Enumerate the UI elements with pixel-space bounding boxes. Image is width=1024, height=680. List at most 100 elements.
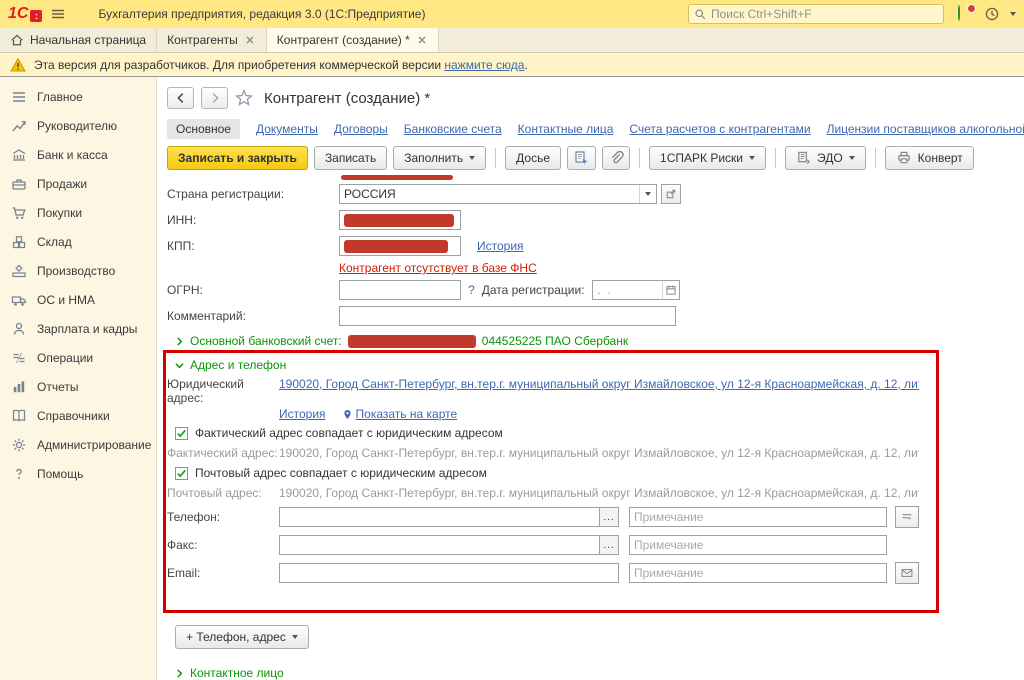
fill-button[interactable]: Заполнить [393,146,486,170]
tab-close-icon[interactable] [244,34,256,46]
app-title: Бухгалтерия предприятия, редакция 3.0 (1… [98,7,680,21]
nav-link-bank-accounts[interactable]: Банковские счета [404,122,502,136]
dossier-button[interactable]: Досье [505,146,561,170]
sidebar-item-label: Банк и касса [37,148,108,162]
check-icon [176,468,187,479]
ogrn-help-link[interactable]: ? [468,283,475,297]
phone-note-field[interactable] [629,507,887,527]
window-tabbar: Начальная страница Контрагенты Контраген… [0,28,1024,53]
edo-button[interactable]: ЭДО [785,146,866,170]
nav-link-dokumenty[interactable]: Документы [256,122,318,136]
address-section-header[interactable]: Адрес и телефон [167,353,1024,377]
postal-address-checkbox-label[interactable]: Почтовый адрес совпадает с юридическим а… [195,466,487,480]
nav-link-licenses[interactable]: Лицензии поставщиков алкогольной продукц… [827,122,1024,136]
main-area: Контрагент (создание) * Основное Докумен… [157,77,1024,680]
contact-section-header[interactable]: Контактное лицо [167,661,1024,680]
sidebar-item-label: Зарплата и кадры [37,322,137,336]
show-on-map-link[interactable]: Показать на карте [356,407,458,421]
legal-address-history-link[interactable]: История [279,407,326,421]
ogrn-input[interactable] [340,283,460,297]
sidebar-item-rukovoditelyu[interactable]: Руководителю [0,111,156,140]
home-tab[interactable]: Начальная страница [0,28,157,52]
email-note-input[interactable] [630,566,886,580]
tab-close-icon[interactable] [416,34,428,46]
comment-input[interactable] [340,309,675,323]
sidebar-item-pomosch[interactable]: Помощь [0,459,156,488]
spark-button[interactable]: 1СПАРК Риски [649,146,766,170]
notifications-icon[interactable] [958,6,974,22]
sidebar-item-os-nma[interactable]: ОС и НМА [0,285,156,314]
favorite-star-icon[interactable] [235,89,253,107]
fax-note-input[interactable] [630,538,886,552]
sidebar-item-glavnoe[interactable]: Главное [0,82,156,111]
nav-link-contacts[interactable]: Контактные лица [518,122,614,136]
actual-address-checkbox[interactable] [175,427,188,440]
print-form-button[interactable] [567,146,596,170]
sidebar-item-zarplata[interactable]: Зарплата и кадры [0,314,156,343]
nav-link-settlement-accounts[interactable]: Счета расчетов с контрагентами [629,122,810,136]
save-close-button[interactable]: Записать и закрыть [167,146,308,170]
sidebar-item-bank-kassa[interactable]: Банк и касса [0,140,156,169]
sidebar-item-pokupki[interactable]: Покупки [0,198,156,227]
phone-input[interactable] [280,510,599,524]
send-email-button[interactable] [895,562,919,584]
fax-note-field[interactable] [629,535,887,555]
history-icon[interactable] [984,6,1000,22]
phone-extra-button[interactable] [895,506,919,528]
attach-button[interactable] [602,146,630,170]
postal-address-checkbox[interactable] [175,467,188,480]
nav-link-osnovnoe[interactable]: Основное [167,119,240,139]
warning-link[interactable]: нажмите сюда [444,58,524,72]
main-menu-icon[interactable] [50,6,66,22]
legal-address-links-row: История Показать на карте [167,405,1024,423]
add-phone-address-button[interactable]: + Телефон, адрес [175,625,309,649]
fax-label: Факс: [167,538,279,552]
fax-field[interactable]: ... [279,535,619,555]
email-field[interactable] [279,563,619,583]
search-input[interactable] [711,7,938,21]
actual-address-checkbox-label[interactable]: Фактический адрес совпадает с юридически… [195,426,503,440]
sidebar-item-operacii[interactable]: Операции [0,343,156,372]
book-icon [11,408,27,424]
kpp-field[interactable] [339,236,461,256]
tab-kontragenty[interactable]: Контрагенты [157,28,267,52]
envelope-button[interactable]: Конверт [885,146,974,170]
sidebar-item-prodazhi[interactable]: Продажи [0,169,156,198]
save-button[interactable]: Записать [314,146,387,170]
phone-note-input[interactable] [630,510,886,524]
back-button[interactable] [167,87,194,109]
tab-kontragent-create[interactable]: Контрагент (создание) * [267,28,439,52]
fns-warning-link[interactable]: Контрагент отсутствует в базе ФНС [339,261,537,275]
global-search[interactable] [688,4,944,24]
reg-date-field[interactable] [592,280,680,300]
email-note-field[interactable] [629,563,887,583]
chevron-down-icon[interactable] [1010,12,1016,16]
production-icon [11,263,27,279]
combo-caret-icon[interactable] [639,185,656,203]
reg-date-input[interactable] [593,283,662,297]
email-input[interactable] [280,566,618,580]
sidebar-item-proizvodstvo[interactable]: Производство [0,256,156,285]
sidebar-item-otchety[interactable]: Отчеты [0,372,156,401]
inn-field[interactable] [339,210,461,230]
sidebar-item-label: Склад [37,235,72,249]
open-country-button[interactable] [661,184,681,204]
kpp-history-link[interactable]: История [477,239,524,253]
nav-link-dogovory[interactable]: Договоры [334,122,388,136]
sidebar-item-administrirovanie[interactable]: Администрирование [0,430,156,459]
sidebar-item-spravochniki[interactable]: Справочники [0,401,156,430]
phone-choose-button[interactable]: ... [599,508,618,526]
sidebar-item-label: Администрирование [37,438,151,452]
fax-input[interactable] [280,538,599,552]
phone-field[interactable]: ... [279,507,619,527]
country-input[interactable] [340,187,639,201]
comment-field[interactable] [339,306,676,326]
fax-choose-button[interactable]: ... [599,536,618,554]
bank-section-header[interactable]: Основной банковский счет: 044525225 ПАО … [167,329,1024,353]
country-field[interactable] [339,184,657,204]
legal-address-link[interactable]: 190020, Город Санкт-Петербург, вн.тер.г.… [279,377,919,391]
ogrn-field[interactable] [339,280,461,300]
calendar-button[interactable] [662,281,679,299]
sidebar-item-sklad[interactable]: Склад [0,227,156,256]
forward-button[interactable] [201,87,228,109]
